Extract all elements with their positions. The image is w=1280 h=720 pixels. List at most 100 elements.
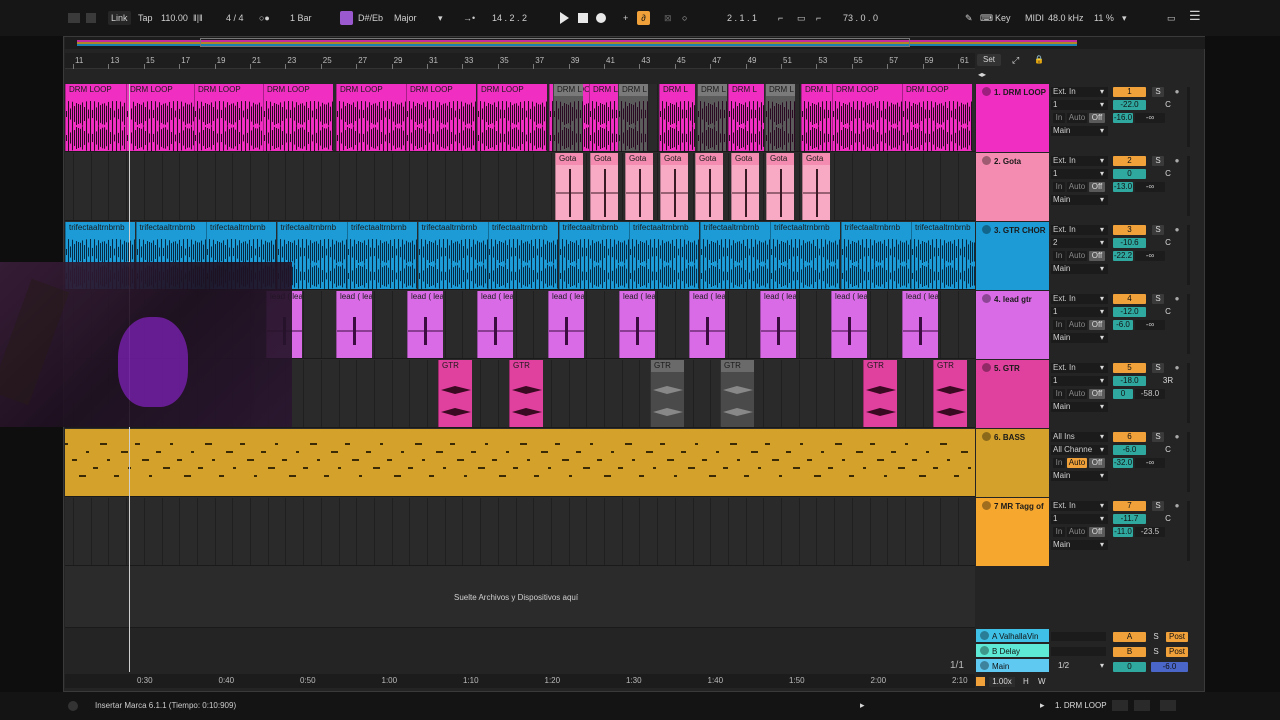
fold-icon[interactable] xyxy=(982,225,991,234)
play-icon[interactable]: ▸ xyxy=(860,700,865,711)
send-b-field[interactable]: -∞ xyxy=(1135,182,1165,192)
clip-drm-loop[interactable]: DRM LOOP xyxy=(263,84,333,151)
track-header-6[interactable]: 6. BASS xyxy=(976,429,1049,497)
volume-field[interactable]: -18.0 xyxy=(1113,376,1146,386)
clip-gtr[interactable]: GTR xyxy=(509,360,543,427)
clip-gtr-chor[interactable]: trifectaaltrnbrnb xyxy=(770,222,840,289)
loop-icon[interactable]: ○ xyxy=(682,11,687,25)
return-a-solo-button[interactable]: S xyxy=(1151,632,1161,642)
mixer-icon[interactable] xyxy=(1160,700,1176,711)
keyboard-icon[interactable]: ⌨ xyxy=(980,11,993,25)
clip-gtr-chor[interactable]: trifectaaltrnbrnb xyxy=(488,222,558,289)
track-header-3[interactable]: 3. GTR CHOR xyxy=(976,222,1049,290)
clip-lead[interactable]: lead ( lea xyxy=(407,291,443,358)
clip-gtr-muted[interactable]: GTR xyxy=(720,360,754,427)
play-icon[interactable] xyxy=(560,12,569,24)
track-lane[interactable]: DRM LOOP DRM LOOP DRM LOOP DRM LOOP DRM LOOP… xyxy=(65,84,975,152)
record-icon[interactable] xyxy=(596,13,606,23)
clip-gota[interactable]: Gota xyxy=(555,153,583,220)
arm-icon[interactable]: ● xyxy=(1171,87,1183,97)
send-b-field[interactable]: -∞ xyxy=(1135,320,1165,330)
clip-lead[interactable]: lead ( lea xyxy=(760,291,796,358)
send-b-field[interactable]: -∞ xyxy=(1135,458,1165,468)
send-a-field[interactable]: -22.2 xyxy=(1113,251,1133,261)
time-signature-field[interactable]: 4 / 4 xyxy=(226,11,244,25)
clip-gota[interactable]: Gota xyxy=(625,153,653,220)
arm-icon[interactable]: ● xyxy=(1171,156,1183,166)
chevron-down-icon[interactable]: ▾ xyxy=(1100,333,1104,342)
monitor-in-button[interactable]: In xyxy=(1053,113,1065,123)
track-activator-button[interactable]: 7 xyxy=(1113,501,1146,511)
clip-drm-loop[interactable]: DRM LOOP xyxy=(65,84,135,151)
solo-button[interactable]: S xyxy=(1152,294,1164,304)
volume-field[interactable]: -10.6 xyxy=(1113,238,1146,248)
clip-gota[interactable]: Gota xyxy=(731,153,759,220)
track-activator-button[interactable]: 4 xyxy=(1113,294,1146,304)
fold-icon[interactable] xyxy=(982,294,991,303)
clip-drm-short[interactable]: DRM L xyxy=(659,84,695,151)
beat-time-ruler[interactable]: 11 13 15 17 19 21 23 25 27 29 31 33 35 37 39 41 43 45 47 49… xyxy=(65,53,975,69)
pan-field[interactable]: C xyxy=(1152,238,1184,248)
clip-gota[interactable]: Gota xyxy=(766,153,794,220)
scale-root-select[interactable]: D#/Eb xyxy=(358,11,383,25)
arrangement-overview[interactable] xyxy=(65,37,1205,49)
chevron-down-icon[interactable]: ▾ xyxy=(1100,100,1104,109)
clip-lead[interactable]: lead ( lea xyxy=(477,291,513,358)
volume-field[interactable]: -11.7 xyxy=(1113,514,1146,524)
chevron-down-icon[interactable]: ▾ xyxy=(1100,195,1104,204)
monitor-off-button[interactable]: Off xyxy=(1089,458,1105,468)
pan-field[interactable]: C xyxy=(1152,445,1184,455)
solo-button[interactable]: S xyxy=(1152,363,1164,373)
clip-drm-loop[interactable]: DRM LOOP xyxy=(406,84,476,151)
arrangement-view-icon[interactable] xyxy=(86,13,96,23)
arrangement-position-field[interactable]: 14 . 2 . 2 xyxy=(492,11,527,25)
draw-mode-icon[interactable]: ✎ xyxy=(965,11,973,25)
clip-gtr-chor[interactable]: trifectaaltrnbrnb xyxy=(699,222,770,289)
monitor-off-button[interactable]: Off xyxy=(1089,251,1105,261)
prev-locator-icon[interactable]: ◂▸ xyxy=(978,70,986,79)
track-header-2[interactable]: 2. Gota xyxy=(976,153,1049,221)
clip-drm-loop[interactable]: DRM LOOP xyxy=(477,84,547,151)
chevron-down-icon[interactable]: ▾ xyxy=(1100,363,1104,372)
track-header-7[interactable]: 7 MR Tagg of xyxy=(976,498,1049,566)
track-activator-button[interactable]: 6 xyxy=(1113,432,1146,442)
solo-button[interactable]: S xyxy=(1152,432,1164,442)
punch-in-icon[interactable]: ⌐ xyxy=(778,11,783,25)
track-activator-button[interactable]: 1 xyxy=(1113,87,1146,97)
chevron-down-icon[interactable]: ▾ xyxy=(1100,87,1104,96)
set-locator-button[interactable]: Set xyxy=(977,54,1001,66)
solo-button[interactable]: S xyxy=(1152,87,1164,97)
stop-icon[interactable] xyxy=(578,13,588,23)
add-icon[interactable]: + xyxy=(623,11,628,25)
clip-gtr[interactable]: GTR xyxy=(438,360,472,427)
track-lane[interactable]: Gota Gota Gota Gota Gota Gota Gota Gota xyxy=(65,153,975,221)
return-a-post-button[interactable]: Post xyxy=(1166,632,1188,642)
arm-icon[interactable]: ● xyxy=(1171,294,1183,304)
clip-drm-short[interactable]: DRM L xyxy=(765,84,795,151)
volume-field[interactable]: 0 xyxy=(1113,169,1146,179)
volume-field[interactable]: -6.0 xyxy=(1113,445,1146,455)
send-b-field[interactable]: -23.5 xyxy=(1135,527,1165,537)
loop-length-field[interactable]: 73 . 0 . 0 xyxy=(843,11,878,25)
device-view-icon[interactable] xyxy=(1112,700,1128,711)
return-a-send-button[interactable]: A xyxy=(1113,632,1146,642)
chevron-down-icon[interactable]: ▾ xyxy=(1100,225,1104,234)
monitor-off-button[interactable]: Off xyxy=(1089,527,1105,537)
overdub-icon[interactable]: ⊠ xyxy=(664,11,672,25)
metronome-bars-icon[interactable]: ‖|‖ xyxy=(193,11,203,25)
loop-start-field[interactable]: 2 . 1 . 1 xyxy=(727,11,757,25)
metronome-icon[interactable]: ○● xyxy=(259,11,270,25)
clip-gtr[interactable]: GTR xyxy=(933,360,967,427)
track-header-5[interactable]: 5. GTR xyxy=(976,360,1049,428)
fold-icon[interactable] xyxy=(982,156,991,165)
monitor-off-button[interactable]: Off xyxy=(1089,113,1105,123)
pan-field[interactable]: C xyxy=(1152,169,1184,179)
monitor-in-button[interactable]: In xyxy=(1053,389,1065,399)
return-b-send-button[interactable]: B xyxy=(1113,647,1146,657)
monitor-auto-button[interactable]: Auto xyxy=(1067,320,1087,330)
monitor-auto-button[interactable]: Auto xyxy=(1067,251,1087,261)
send-a-field[interactable]: -13.0 xyxy=(1113,182,1133,192)
monitor-in-button[interactable]: In xyxy=(1053,320,1065,330)
pan-field[interactable]: 3R xyxy=(1152,376,1184,386)
clip-gota[interactable]: Gota xyxy=(590,153,618,220)
